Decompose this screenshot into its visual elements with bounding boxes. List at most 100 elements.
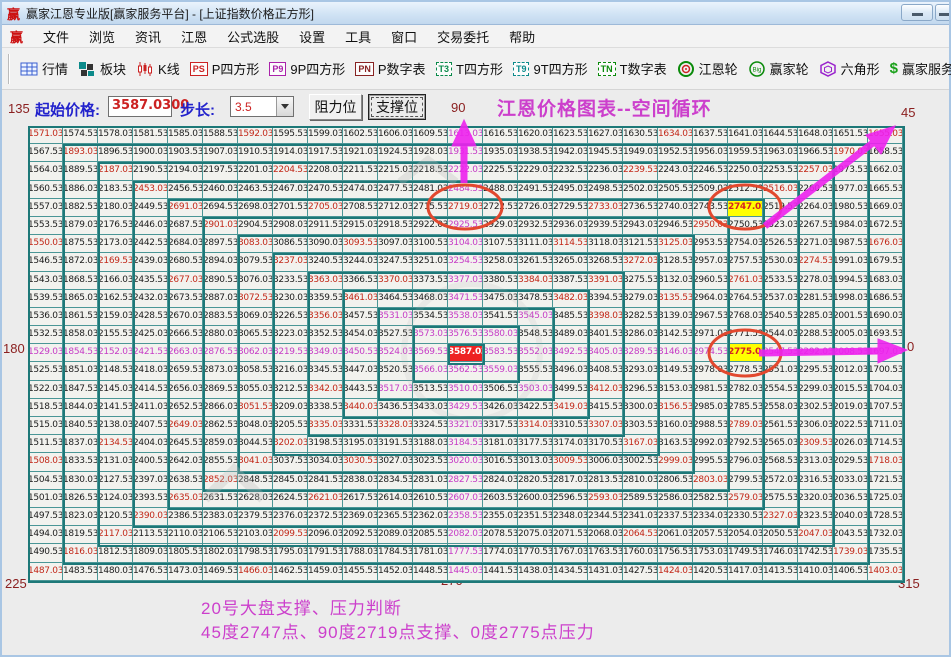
toolbar-item-3[interactable]: PSP四方形 [185,56,265,81]
grid-cell: 3492.53 [553,344,588,362]
support-button[interactable]: 支撑位 [368,94,426,120]
grid-cell: 3097.03 [378,235,413,253]
window-title: 赢家江恩专业版[赢家服务平台] - [上证指数价格正方形] [26,5,314,22]
grid-cell: 1417.03 [728,563,763,581]
grid-cell: 1543.03 [28,272,63,290]
menu-item-9[interactable]: 帮助 [499,25,545,48]
grid-cell: 1700.53 [868,362,903,380]
grid-cell: 3044.53 [238,435,273,453]
toolbar-item-7[interactable]: T99T四方形 [508,56,593,81]
toolbar-item-1[interactable]: 板块 [73,56,131,81]
grid-cell: 2579.03 [728,490,763,508]
maximize-button[interactable] [935,4,949,21]
grid-cell: 2761.03 [728,272,763,290]
step-combobox[interactable]: 3.5 [230,96,294,117]
start-price-input[interactable]: 3587.0300 [108,96,172,117]
grid-cell: 2897.53 [203,235,238,253]
grid-cell: 2183.53 [98,181,133,199]
grid-cell: 2470.53 [308,181,343,199]
grid-cell: 3317.53 [483,417,518,435]
grid-cell: 2992.03 [693,435,728,453]
grid-cell: 1707.53 [868,399,903,417]
grid-cell: 3051.53 [238,399,273,417]
menu-item-1[interactable]: 浏览 [79,25,125,48]
toolbar-item-2[interactable]: K线 [131,56,185,81]
toolbar-item-9[interactable]: 江恩轮 [672,56,743,81]
toolbar-item-label: 9P四方形 [290,59,345,78]
grid-cell: 1854.53 [63,344,98,362]
grid-cell: 1837.03 [63,435,98,453]
toolbar-item-11[interactable]: 六角形 [814,56,885,81]
grid-cell: 2666.53 [168,326,203,344]
grid-cell: 1403.03 [868,563,903,581]
grid-cell: 2299.03 [798,381,833,399]
menu-item-8[interactable]: 交易委托 [427,25,499,48]
grid-cell: 3489.03 [553,326,588,344]
grid-cell: 3349.03 [308,344,343,362]
menu-item-5[interactable]: 设置 [289,25,335,48]
grid-cell: 2701.53 [273,199,308,217]
grid-cell: 2918.53 [378,217,413,235]
grid-cell: 2649.03 [168,417,203,435]
angle-label-135: 135 [8,101,30,116]
grid-cell: 3436.53 [378,399,413,417]
menu-item-0[interactable]: 文件 [33,25,79,48]
grid-cell: 2747.03 [728,199,763,217]
grid-cell: 3310.53 [553,417,588,435]
grid-cell: 3002.53 [623,453,658,471]
grid-cell: 3205.53 [273,417,308,435]
chevron-down-icon[interactable] [276,97,293,116]
grid-cell: 3394.53 [588,290,623,308]
grid-cell: 3569.53 [413,344,448,362]
grid-cell: 2260.53 [798,181,833,199]
grid-cell: 3331.53 [343,417,378,435]
toolbar-item-12[interactable]: $赢家服务 [885,56,951,81]
grid-cell: 2873.03 [203,362,238,380]
minimize-button[interactable] [901,4,933,21]
grid-cell: 2561.53 [763,417,798,435]
grid-cell: 2488.03 [483,181,518,199]
grid-cell: 1704.03 [868,381,903,399]
grid-cell: 1690.03 [868,308,903,326]
grid-cell: 2337.53 [658,508,693,526]
menu-item-4[interactable]: 公式选股 [217,25,289,48]
grid-cell: 1651.53 [833,126,868,144]
toolbar-item-label: P四方形 [212,59,260,78]
grid-cell: 1991.03 [833,253,868,271]
grid-cell: 2589.53 [623,490,658,508]
grid-cell: 1823.03 [63,508,98,526]
grid-cell: 3048.03 [238,417,273,435]
grid-cell: 3506.53 [483,381,518,399]
grid-cell: 2848.53 [238,472,273,490]
grid-cell: 3062.03 [238,344,273,362]
grid-cell: 1637.53 [693,126,728,144]
grid-cell: 3534.53 [413,308,448,326]
toolbar-item-5[interactable]: PNP数字表 [350,56,430,81]
grid-cell: 3573.03 [413,326,448,344]
grid-cell: 2491.53 [518,181,553,199]
grid-cell: 2999.03 [658,453,693,471]
resistance-button[interactable]: 阻力位 [309,94,362,120]
grid-cell: 2449.53 [133,199,168,217]
grid-cell: 2572.03 [763,472,798,490]
grid-cell: 2691.03 [168,199,203,217]
toolbar-item-6[interactable]: T3T四方形 [431,56,508,81]
grid-cell: 3153.03 [658,381,693,399]
grid-cell: 2442.53 [133,235,168,253]
grid-cell: 2782.03 [728,381,763,399]
menu-item-3[interactable]: 江恩 [171,25,217,48]
toolbar-item-4[interactable]: P99P四方形 [264,56,350,81]
grid-cell: 2565.03 [763,435,798,453]
grid-cell: 1931.53 [448,144,483,162]
angle-label-45: 45 [901,105,915,120]
menu-item-7[interactable]: 窗口 [381,25,427,48]
grid-cell: 1599.03 [308,126,343,144]
toolbar-item-10[interactable]: Big赢家轮 [743,56,814,81]
toolbar-item-8[interactable]: TNT数字表 [593,56,672,81]
grid-cell: 3016.53 [483,453,518,471]
menu-item-2[interactable]: 资讯 [125,25,171,48]
menu-item-6[interactable]: 工具 [335,25,381,48]
toolbar-item-0[interactable]: 行情 [15,56,73,81]
grid-cell: 1536.03 [28,308,63,326]
grid-cell: 2005.03 [833,326,868,344]
